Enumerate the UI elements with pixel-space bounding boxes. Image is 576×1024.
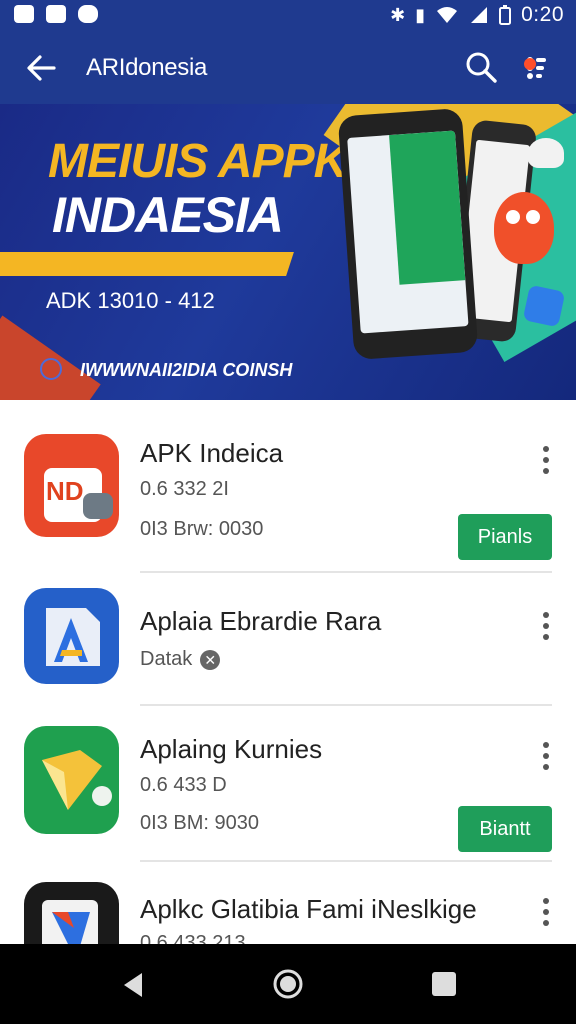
app-size: 0I3 BM: 9030 <box>140 812 259 834</box>
divider <box>140 571 552 573</box>
list-item[interactable]: A Aplaia Ebrardie Rara Datak ✕ <box>0 588 576 708</box>
app-icon[interactable] <box>24 726 119 834</box>
app-status-text: Datak <box>140 648 193 670</box>
list-item[interactable]: Aplkc Glatibia Fami iNeslkige 0.6 433 21… <box>0 882 576 944</box>
app-bar: ✱ ▮ 0:20 ARIdonesia <box>0 0 576 104</box>
close-icon[interactable]: ✕ <box>200 649 221 670</box>
decor-band <box>0 252 294 276</box>
app-version: 0.6 433 213 <box>140 932 246 944</box>
more-vert-icon[interactable] <box>534 894 558 930</box>
more-vert-icon[interactable] <box>534 442 558 478</box>
app-version: 0.6 332 2I <box>140 478 229 500</box>
list-item[interactable]: Aplaing Kurnies 0.6 433 D 0I3 BM: 9030 B… <box>0 726 576 866</box>
system-nav-bar <box>0 944 576 1024</box>
status-bar: ✱ ▮ 0:20 <box>0 0 576 30</box>
image-icon <box>46 5 66 23</box>
divider <box>140 860 552 862</box>
chat-icon <box>83 493 113 519</box>
more-vert-icon[interactable] <box>534 738 558 774</box>
bluetooth-icon: ✱ <box>390 5 406 25</box>
banner-headline-1: MEIUIS APPK <box>48 135 348 188</box>
wifi-icon <box>437 7 458 23</box>
app-name[interactable]: Aplaia Ebrardie Rara <box>140 606 381 637</box>
cube-illustration <box>522 284 566 328</box>
app-size: 0I3 Brw: 0030 <box>140 518 264 540</box>
notification-badge <box>524 58 536 70</box>
banner-website: IWWWNAII2IDIA COINSH <box>80 360 293 380</box>
nav-recent-icon[interactable] <box>432 972 456 996</box>
app-list: ND APK Indeica 0.6 332 2I 0I3 Brw: 0030 … <box>0 400 576 944</box>
toolbar: ARIdonesia <box>0 40 576 96</box>
more-icon[interactable] <box>520 50 554 84</box>
divider <box>140 704 552 706</box>
status-time: 0:20 <box>521 3 564 26</box>
install-button[interactable]: Biantt <box>458 806 552 852</box>
signal-icon <box>471 7 488 23</box>
promo-banner[interactable]: MEIUIS APPK INDAESIA ADK 13010 - 412 IWW… <box>0 104 576 400</box>
nav-back-icon[interactable] <box>118 970 148 1000</box>
arrow-left-icon[interactable] <box>22 48 62 88</box>
gamepad-icon <box>78 5 98 23</box>
app-icon[interactable] <box>24 882 119 944</box>
more-vert-icon[interactable] <box>534 608 558 644</box>
app-name[interactable]: Aplaing Kurnies <box>140 734 322 765</box>
banner-headline-2: INDAESIA <box>52 187 284 243</box>
list-item[interactable]: ND APK Indeica 0.6 332 2I 0I3 Brw: 0030 … <box>0 434 576 574</box>
mascot-illustration <box>494 192 554 264</box>
app-version: 0.6 433 D <box>140 774 227 796</box>
app-icon[interactable]: ND <box>24 434 119 537</box>
page-title: ARIdonesia <box>86 54 208 81</box>
screenshot-icon <box>14 5 34 23</box>
banner-code: ADK 13010 - 412 <box>46 288 215 313</box>
battery-icon <box>499 5 512 25</box>
app-name[interactable]: Aplkc Glatibia Fami iNeslkige <box>140 894 477 925</box>
nav-home-icon[interactable] <box>272 968 304 1000</box>
vibrate-icon: ▮ <box>415 5 426 25</box>
boat-illustration <box>528 138 564 168</box>
app-icon-text: ND <box>46 476 84 506</box>
app-icon[interactable]: A <box>24 588 119 684</box>
install-button[interactable]: Pianls <box>458 514 552 560</box>
app-status: Datak ✕ <box>140 648 221 671</box>
phone-illustration <box>337 107 479 361</box>
app-name[interactable]: APK Indeica <box>140 438 283 469</box>
globe-icon <box>40 358 62 380</box>
search-icon[interactable] <box>464 50 498 84</box>
